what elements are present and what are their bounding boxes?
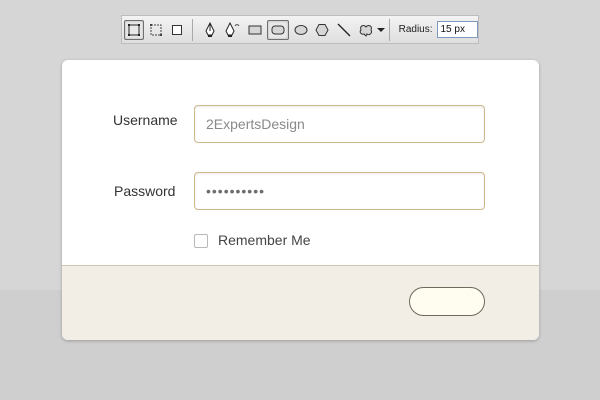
polygon-tool-icon[interactable] (313, 20, 333, 40)
rounded-rectangle-tool-icon[interactable] (267, 19, 289, 40)
radius-label: Radius: (398, 24, 433, 35)
password-label: Password (114, 183, 176, 199)
shape-options-toolbar: Radius: 15 px (121, 15, 479, 44)
custom-shape-tool-icon[interactable] (356, 20, 376, 40)
username-label: Username (113, 112, 178, 128)
chevron-down-icon[interactable] (376, 20, 386, 40)
submit-button[interactable] (409, 287, 485, 316)
toolbar-separator (192, 18, 194, 41)
line-tool-icon[interactable] (334, 20, 354, 40)
password-value: •••••••••• (206, 183, 266, 199)
pen-tool-icon[interactable] (200, 20, 220, 40)
freeform-pen-tool-icon[interactable] (222, 20, 242, 40)
fill-pixels-mode-icon[interactable] (167, 20, 187, 40)
login-card: Username 2ExpertsDesign Password •••••••… (62, 60, 539, 340)
username-field[interactable]: 2ExpertsDesign (194, 105, 485, 143)
ellipse-tool-icon[interactable] (291, 20, 311, 40)
remember-me-checkbox[interactable] (194, 234, 208, 248)
radius-input[interactable]: 15 px (436, 21, 478, 38)
paths-mode-icon[interactable] (146, 20, 166, 40)
toolbar-separator (388, 18, 390, 41)
shape-layers-mode-icon[interactable] (124, 19, 144, 40)
username-value: 2ExpertsDesign (206, 116, 305, 132)
remember-me-label[interactable]: Remember Me (218, 232, 311, 248)
password-field[interactable]: •••••••••• (194, 172, 485, 210)
rectangle-tool-icon[interactable] (246, 20, 266, 40)
